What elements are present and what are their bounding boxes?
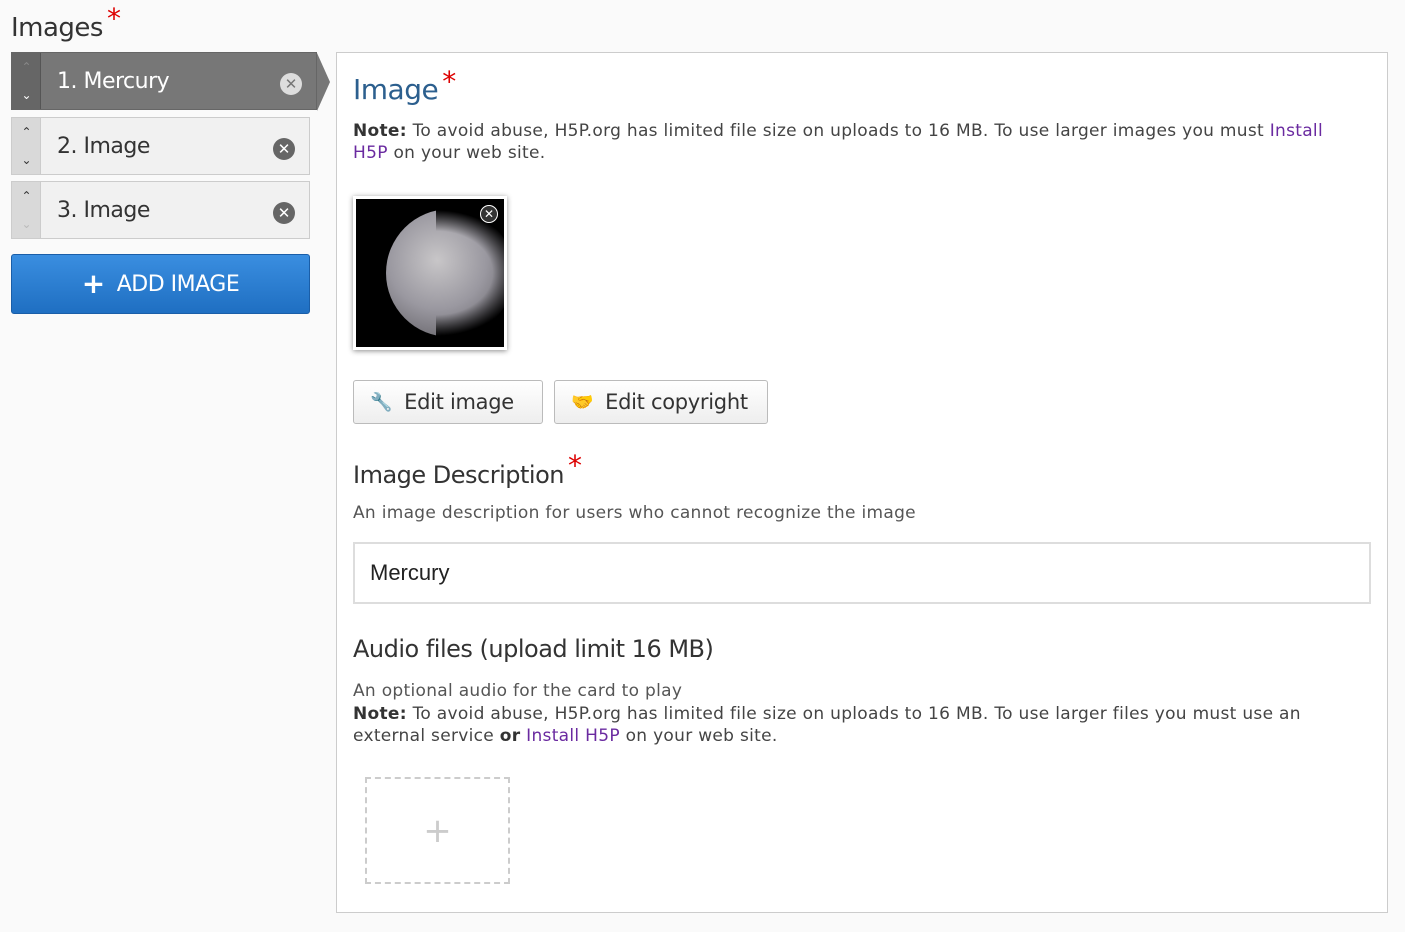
move-up-button[interactable]: ⌃ — [12, 118, 41, 146]
note-or: or — [499, 726, 521, 746]
audio-files-title: Audio files (upload limit 16 MB) — [353, 635, 714, 663]
image-description-input[interactable] — [353, 542, 1371, 604]
order-controls: ⌃ ⌄ — [12, 118, 41, 174]
required-asterisk: * — [106, 2, 121, 35]
edit-image-button[interactable]: 🔧 Edit image — [353, 380, 543, 424]
list-item-1[interactable]: ⌃ ⌄ 1. Mercury ✕ — [11, 52, 330, 111]
wrench-icon: 🔧 — [370, 391, 393, 413]
plus-icon: + — [81, 267, 105, 300]
image-title-text: Image — [353, 73, 439, 106]
move-up-button[interactable]: ⌃ — [12, 53, 41, 81]
move-down-button[interactable]: ⌄ — [12, 81, 41, 109]
image-field-title: Image * — [353, 65, 456, 106]
remove-item-icon[interactable]: ✕ — [273, 138, 295, 160]
note-label: Note: — [353, 121, 407, 141]
image-description-title: Image Description * — [353, 449, 582, 490]
description-title-text: Image Description — [353, 461, 564, 489]
list-item-label: 3. Image — [57, 198, 150, 223]
note-tail: on your web site. — [387, 143, 546, 163]
order-controls: ⌃ ⌄ — [12, 53, 41, 109]
move-down-button[interactable]: ⌄ — [12, 146, 41, 174]
note-tail: on your web site. — [619, 726, 778, 746]
required-asterisk: * — [567, 449, 582, 482]
move-down-button[interactable]: ⌄ — [12, 210, 41, 238]
add-image-button[interactable]: + ADD IMAGE — [11, 254, 310, 314]
image-description-help: An image description for users who canno… — [353, 503, 916, 523]
add-image-label: ADD IMAGE — [116, 271, 240, 297]
images-label: Images — [11, 13, 103, 43]
image-upload-note: Note: To avoid abuse, H5P.org has limite… — [353, 120, 1363, 164]
order-controls: ⌃ ⌄ — [12, 182, 41, 238]
active-pointer — [317, 53, 330, 111]
install-h5p-link[interactable]: Install H5P — [526, 726, 620, 746]
remove-item-icon[interactable]: ✕ — [280, 73, 302, 95]
image-editor-panel: Image * Note: To avoid abuse, H5P.org has… — [336, 52, 1388, 913]
audio-upload-note: Note: To avoid abuse, H5P.org has limite… — [353, 703, 1363, 747]
edit-image-label: Edit image — [404, 390, 514, 414]
image-thumbnail[interactable]: ✕ — [353, 196, 507, 350]
audio-help: An optional audio for the card to play — [353, 681, 683, 701]
edit-copyright-label: Edit copyright — [605, 390, 748, 414]
handshake-icon: 🤝 — [571, 391, 594, 413]
note-text: To avoid abuse, H5P.org has limited file… — [353, 704, 1301, 746]
note-label: Note: — [353, 704, 407, 724]
list-item-label: 2. Image — [57, 134, 150, 159]
mercury-image: ✕ — [356, 199, 504, 347]
list-item-2[interactable]: ⌃ ⌄ 2. Image ✕ — [11, 117, 310, 175]
required-asterisk: * — [442, 65, 456, 98]
images-field-title: Images * — [11, 2, 121, 43]
note-text: To avoid abuse, H5P.org has limited file… — [406, 121, 1270, 141]
remove-item-icon[interactable]: ✕ — [273, 202, 295, 224]
edit-copyright-button[interactable]: 🤝 Edit copyright — [554, 380, 768, 424]
list-item-label: 1. Mercury — [57, 69, 170, 94]
add-audio-button[interactable]: + — [365, 777, 510, 884]
list-item-3[interactable]: ⌃ ⌄ 3. Image ✕ — [11, 181, 310, 239]
remove-image-icon[interactable]: ✕ — [480, 205, 498, 223]
move-up-button[interactable]: ⌃ — [12, 182, 41, 210]
